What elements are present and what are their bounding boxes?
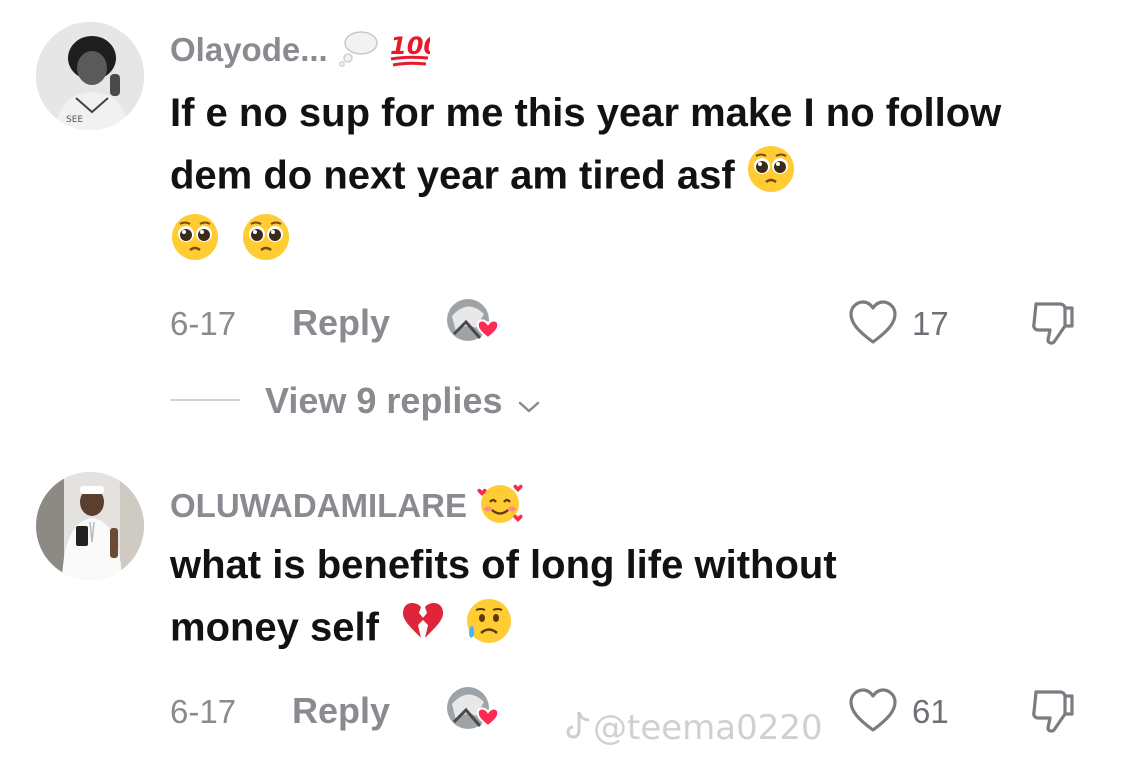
comment-date: 6-17 — [170, 693, 237, 730]
avatar-photo — [36, 472, 144, 580]
like-button[interactable]: 61 — [848, 686, 968, 736]
comment-actions: 6-17 Reply 17 — [170, 298, 1090, 348]
thumbs-down-icon — [1032, 302, 1074, 345]
view-replies-label: View 9 replies — [265, 380, 541, 424]
username-text: OLUWADAMILARE — [170, 487, 467, 525]
comment-username[interactable]: OLUWADAMILARE — [170, 482, 524, 535]
pleading-face-icon — [170, 212, 220, 280]
thought-balloon-icon — [337, 29, 379, 76]
comment-username[interactable]: Olayode... 100 — [170, 28, 440, 77]
comment-text: If e no sup for me this year make I no f… — [170, 82, 1050, 280]
dislike-button[interactable] — [1028, 298, 1078, 348]
comment-text-content: If e no sup for me this year make I no f… — [170, 91, 1002, 198]
avatar[interactable]: SEE — [36, 22, 144, 130]
reply-button[interactable]: Reply — [292, 690, 390, 732]
dislike-button[interactable] — [1028, 686, 1078, 736]
heart-icon — [848, 300, 898, 351]
like-count: 61 — [912, 693, 949, 730]
avatar-badge: SEE — [66, 115, 83, 125]
avatar-photo: SEE — [36, 22, 144, 130]
comment-item: OLUWADAMILARE what is benefits of long l… — [0, 440, 1126, 764]
chevron-down-icon — [517, 382, 541, 424]
like-button[interactable]: 17 — [848, 298, 968, 348]
comment-text-line2: money self — [170, 605, 379, 650]
comment-date: 6-17 — [170, 305, 237, 342]
tiktok-logo-icon — [565, 709, 593, 750]
pleading-face-icon — [241, 212, 291, 280]
tiktok-watermark: @teema0220 — [565, 708, 823, 748]
comment-item: SEE Olayode... 100 If e no sup for me th… — [0, 0, 1126, 440]
thumbs-down-icon — [1032, 690, 1074, 733]
creator-liked-avatar — [446, 298, 500, 348]
creator-liked-avatar — [446, 686, 500, 736]
smiling-face-with-hearts-icon — [476, 482, 524, 535]
comment-text-line1: what is benefits of long life without — [170, 543, 837, 587]
avatar[interactable] — [36, 472, 144, 580]
hundred-points-icon: 100 — [388, 28, 440, 77]
comment-text: what is benefits of long life without mo… — [170, 534, 1050, 664]
broken-heart-icon — [400, 599, 446, 661]
replies-divider — [170, 399, 240, 401]
reply-button[interactable]: Reply — [292, 302, 390, 344]
heart-icon — [848, 688, 898, 739]
like-count: 17 — [912, 305, 949, 342]
username-text: Olayode... — [170, 31, 328, 69]
view-replies-button[interactable]: View 9 replies — [170, 378, 670, 422]
watermark-handle: @teema0220 — [593, 708, 823, 748]
sad-but-relieved-face-icon — [463, 596, 513, 664]
pleading-face-icon — [746, 144, 796, 212]
